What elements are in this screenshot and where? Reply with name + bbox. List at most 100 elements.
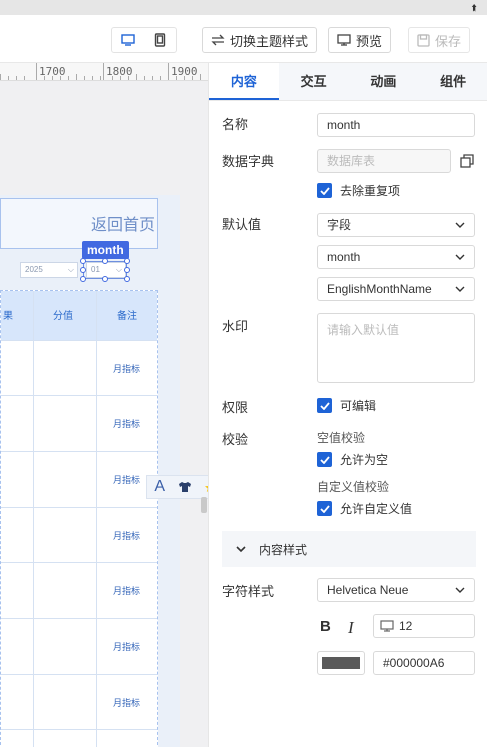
resize-handle[interactable] xyxy=(80,267,86,273)
copy-icon[interactable] xyxy=(460,154,474,168)
default-field-select[interactable]: month xyxy=(317,245,475,269)
table-header-cell: 果 xyxy=(3,311,13,322)
chevron-down-icon xyxy=(455,587,465,593)
default-display-value: EnglishMonthName xyxy=(327,282,432,296)
editable-label: 可编辑 xyxy=(340,399,377,413)
text-style-icon[interactable]: A xyxy=(147,475,172,499)
resize-handle[interactable] xyxy=(124,267,130,273)
allow-custom-checkbox[interactable]: 允许自定义值 xyxy=(317,500,412,517)
theme-shirt-icon[interactable] xyxy=(172,475,197,499)
sparkle-icon[interactable] xyxy=(198,475,208,499)
table-cell-note: 月指标 xyxy=(113,531,141,541)
tablet-icon xyxy=(154,33,166,47)
chevron-down-icon xyxy=(455,222,465,228)
table-cell-note: 月指标 xyxy=(113,642,141,652)
ruler-label: 1800 xyxy=(106,65,133,78)
data-dict-input[interactable]: 数据库表 xyxy=(317,149,451,173)
checkbox-checked-icon xyxy=(317,501,332,516)
resize-handle[interactable] xyxy=(102,276,108,282)
allow-empty-checkbox[interactable]: 允许为空 xyxy=(317,451,388,468)
chevron-down-icon xyxy=(455,254,465,260)
content-style-section-header[interactable]: 内容样式 xyxy=(222,531,476,567)
table-header-cell: 备注 xyxy=(117,311,137,322)
default-type-select[interactable]: 字段 xyxy=(317,213,475,237)
year-select-component[interactable]: 2025 ⌵ xyxy=(20,262,78,278)
data-dict-label: 数据字典 xyxy=(222,154,275,169)
horizontal-ruler: 1700 1800 1900 xyxy=(0,63,208,81)
device-switch xyxy=(111,27,177,53)
table-cell-note: 月指标 xyxy=(113,364,141,374)
validation-label: 校验 xyxy=(222,432,249,447)
watermark-label: 水印 xyxy=(222,319,249,334)
color-swatch xyxy=(322,657,360,669)
tab-component[interactable]: 组件 xyxy=(418,63,487,100)
design-canvas[interactable]: 1700 1800 1900 返回首页 2025 ⌵ 01 ⌵ month 果 … xyxy=(0,63,208,747)
default-value-label: 默认值 xyxy=(222,217,262,232)
checkbox-checked-icon xyxy=(317,452,332,467)
table-cell-note: 月指标 xyxy=(113,419,141,429)
panel-splitter-handle[interactable] xyxy=(201,497,207,513)
font-family-select[interactable]: Helvetica Neue xyxy=(317,578,475,602)
year-select-value: 2025 xyxy=(25,265,43,274)
preview-button[interactable]: 预览 xyxy=(328,27,392,53)
mobile-view-button[interactable] xyxy=(144,28,176,52)
color-hex-input[interactable]: #000000A6 xyxy=(373,651,475,675)
chevron-down-icon xyxy=(236,546,246,553)
title-strip: 🢙 xyxy=(0,0,487,15)
font-family-value: Helvetica Neue xyxy=(327,583,409,597)
floating-toolbar: A xyxy=(146,475,208,499)
allow-empty-label: 允许为空 xyxy=(340,453,389,467)
default-display-select[interactable]: EnglishMonthName xyxy=(317,277,475,301)
dedupe-checkbox[interactable]: 去除重复项 xyxy=(317,182,400,199)
preview-label: 预览 xyxy=(356,33,383,49)
allow-custom-label: 允许自定义值 xyxy=(340,502,413,516)
empty-check-title: 空值校验 xyxy=(317,431,366,445)
watermark-textarea[interactable]: 请输入默认值 xyxy=(317,313,475,383)
checkbox-checked-icon xyxy=(317,183,332,198)
custom-check-title: 自定义值校验 xyxy=(317,480,390,494)
table-cell-note: 月指标 xyxy=(113,475,141,485)
font-size-value: 12 xyxy=(399,619,413,633)
tab-content[interactable]: 内容 xyxy=(209,63,279,100)
desktop-view-button[interactable] xyxy=(112,28,144,52)
char-style-label: 字符样式 xyxy=(222,584,275,599)
tab-interaction[interactable]: 交互 xyxy=(279,63,349,100)
italic-button[interactable]: I xyxy=(348,618,354,638)
swap-icon xyxy=(211,34,225,46)
name-input[interactable]: month xyxy=(317,113,475,137)
monitor-icon xyxy=(380,620,394,632)
preview-icon xyxy=(337,34,351,46)
font-size-input[interactable]: 12 xyxy=(373,614,475,638)
top-toolbar: 切换主题样式 预览 保存 xyxy=(0,15,487,63)
shirt-icon xyxy=(178,482,191,492)
dedupe-label: 去除重复项 xyxy=(340,184,401,198)
save-button[interactable]: 保存 xyxy=(408,27,471,53)
ruler-label: 1700 xyxy=(39,65,66,78)
resize-handle[interactable] xyxy=(124,276,130,282)
text-color-picker[interactable] xyxy=(317,651,365,675)
default-type-value: 字段 xyxy=(327,218,352,232)
bold-button[interactable]: B xyxy=(320,618,331,635)
panel-tabs: 内容 交互 动画 组件 xyxy=(209,63,487,101)
data-table[interactable]: 果 分值 备注 月指标 月指标 月指标 月指标 月指标 月指标 月指标 xyxy=(0,290,158,747)
ruler-label: 1900 xyxy=(171,65,198,78)
checkbox-checked-icon xyxy=(317,398,332,413)
chevron-down-icon: ⌵ xyxy=(67,265,74,274)
table-header-cell: 分值 xyxy=(53,311,73,322)
default-field-value: month xyxy=(327,250,361,264)
save-label: 保存 xyxy=(435,33,462,49)
permission-label: 权限 xyxy=(222,400,249,415)
section-title: 内容样式 xyxy=(259,542,308,557)
editable-checkbox[interactable]: 可编辑 xyxy=(317,397,376,414)
back-home-link[interactable]: 返回首页 xyxy=(91,211,155,235)
header-component[interactable]: 返回首页 xyxy=(0,198,158,249)
component-name-tag: month xyxy=(82,241,129,259)
switch-theme-label: 切换主题样式 xyxy=(230,33,309,49)
table-cell-note: 月指标 xyxy=(113,586,141,596)
tab-animation[interactable]: 动画 xyxy=(349,63,419,100)
resize-handle[interactable] xyxy=(80,276,86,282)
table-cell-note: 月指标 xyxy=(113,698,141,708)
chevron-down-icon xyxy=(455,286,465,292)
save-icon xyxy=(417,33,430,47)
switch-theme-button[interactable]: 切换主题样式 xyxy=(202,27,318,53)
